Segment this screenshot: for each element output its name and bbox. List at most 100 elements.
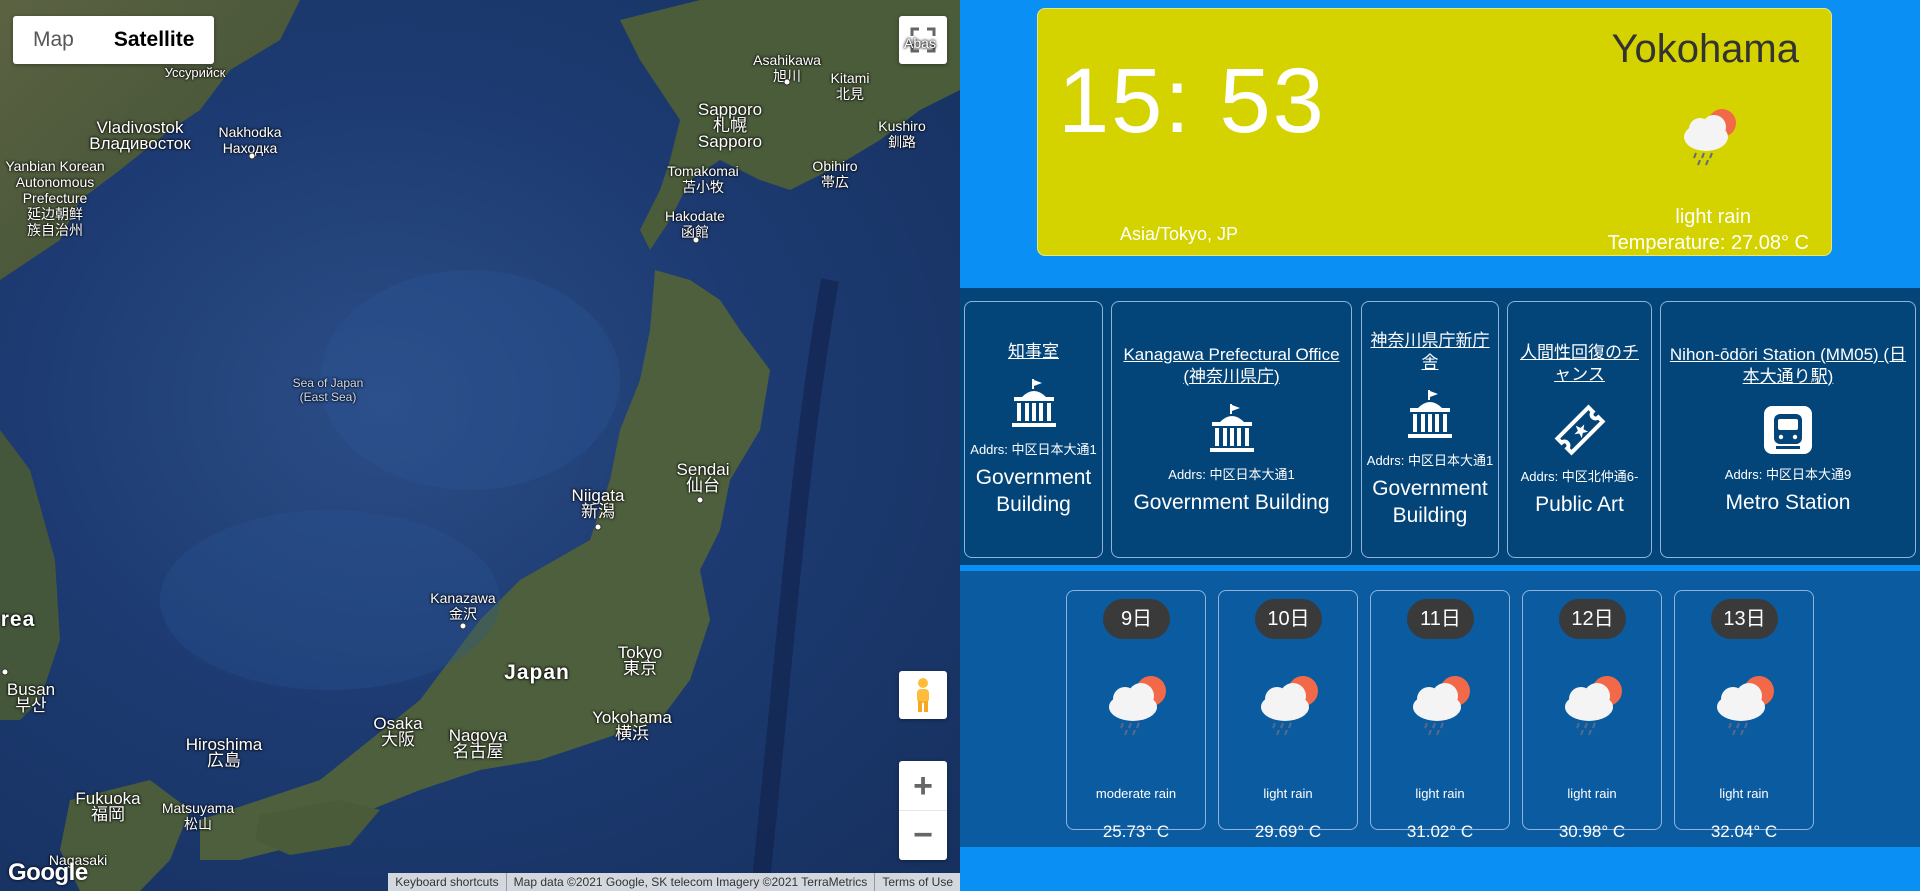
forecast-description: light rain [1567,786,1617,801]
forecast-description: moderate rain [1095,786,1177,801]
forecast-day-label: 13日 [1711,599,1778,639]
map-type-map-button[interactable]: Map [13,16,94,64]
place-name-link[interactable]: Kanagawa Prefectural Office (神奈川県庁) [1112,344,1351,388]
place-card[interactable]: Kanagawa Prefectural Office (神奈川県庁) Addr… [1111,301,1352,558]
government-building-icon [1011,379,1056,427]
place-type: Public Art [1535,492,1624,516]
forecast-section: 9日 moderate rain 25.73° C 10日 light rain… [960,571,1920,847]
cloud-sun-rain-icon [1684,109,1736,166]
forecast-temperature: 29.69° C [1254,822,1322,841]
city-dot [1,668,9,676]
map-type-control: Map Satellite [13,16,215,64]
cloud-sun-rain-icon [1109,676,1166,736]
cloud-sun-rain-icon [1413,676,1470,736]
map-label-abas: Abas [904,35,936,51]
place-card[interactable]: 人間性回復のチャンス Addrs: 中区北仲通6- Public Art [1507,301,1652,558]
street-view-pegman-button[interactable] [899,671,947,719]
zoom-control: + − [899,761,947,860]
keyboard-shortcuts-link[interactable]: Keyboard shortcuts [388,873,505,891]
map-label-sendai: Sendai 仙台 [676,460,730,495]
map-label-vladivostok: Vladivostok Владивосток [89,118,191,153]
forecast-temperature: 31.02° C [1406,822,1474,841]
ticket-icon [1554,404,1605,455]
forecast-temperature: 30.98° C [1558,822,1626,841]
cloud-sun-rain-icon [1261,676,1318,736]
place-name-link[interactable]: 知事室 [1002,341,1065,363]
forecast-temperature: 25.73° C [1102,822,1170,841]
place-address: Addrs: 中区日本大通1 [1366,453,1494,468]
zoom-in-button[interactable]: + [899,762,947,811]
forecast-description: light rain [1415,786,1465,801]
clock-card: 15: 53 Yokohama Asia/Tokyo, JP light rai… [1037,8,1832,256]
metro-icon [1764,405,1812,454]
government-building-icon [1209,403,1254,452]
place-address: Addrs: 中区北仲通6- [1520,468,1639,484]
forecast-day-card: 10日 light rain 29.69° C [1218,590,1358,841]
place-type: Government Building [1133,490,1330,514]
map-label-sapporo: Sapporo 札幌 Sapporo [697,100,763,151]
map-label-obihiro: Obihiro 帯広 [812,158,858,190]
map-label-yanbian: Yanbian Korean Autonomous Prefecture 延边朝鲜 族自… [5,158,105,238]
map-view[interactable]: Map Satellite + − Уссурийск Vladivostok В… [0,0,960,891]
place-address: Addrs: 中区日本大通1 [1168,466,1295,482]
map-label-matsuyama: Matsuyama 松山 [161,800,235,832]
clock-temperature: Temperature: 27.08° C [1607,232,1809,254]
map-label-ussuriysk: Уссурийск [164,65,226,80]
map-label-kitami: Kitami 北見 [830,70,870,102]
place-card[interactable]: 神奈川県庁新庁舎 Addrs: 中区日本大通1 Government Build… [1361,301,1499,558]
forecast-day-card: 11日 light rain 31.02° C [1370,590,1510,841]
forecast-day-label: 10日 [1255,599,1322,639]
info-panel: 15: 53 Yokohama Asia/Tokyo, JP light rai… [960,0,1920,891]
map-label-busan: Busan 부산 [6,680,56,715]
forecast-day-label: 9日 [1103,599,1170,639]
forecast-description: light rain [1719,786,1769,801]
map-label-hiroshima: Hiroshima 広島 [185,735,263,770]
city-dot [783,78,791,86]
map-label-tokyo: Tokyo 東京 [617,643,663,678]
forecast-description: light rain [1263,786,1313,801]
place-type: Government Building [1372,477,1488,527]
map-label-korea: rea [0,608,36,631]
forecast-day-card: 13日 light rain 32.04° C [1674,590,1814,841]
places-section: 知事室 Addrs: 中区日本大通1 Government Building K… [960,288,1920,565]
forecast-day-card: 9日 moderate rain 25.73° C [1066,590,1206,841]
pegman-icon [917,678,929,712]
place-type: Metro Station [1725,490,1851,514]
map-label-sea-of-japan: Sea of Japan (East Sea) [292,376,364,404]
city-dot [248,152,256,160]
map-data-text: Map data ©2021 Google, SK telecom Imager… [505,873,875,891]
cloud-sun-rain-icon [1717,676,1774,736]
terms-of-use-link[interactable]: Terms of Use [874,873,960,891]
map-label-japan: Japan [504,661,570,684]
clock-time: 15: 53 [1058,50,1326,152]
map-label-tomakomai: Tomakomai 苫小牧 [667,163,739,195]
map-label-hakodate: Hakodate 函館 [665,208,725,240]
city-dot [459,622,467,630]
map-label-fukuoka: Fukuoka 福岡 [75,789,141,824]
map-label-yokohama: Yokohama 横浜 [592,708,672,743]
cloud-sun-rain-icon [1565,676,1622,736]
city-dot [696,496,704,504]
city-dot [692,236,700,244]
clock-weather-description: light rain [1675,206,1751,228]
map-label-osaka: Osaka 大阪 [373,714,423,749]
forecast-day-label: 12日 [1559,599,1626,639]
place-card[interactable]: 知事室 Addrs: 中区日本大通1 Government Building [964,301,1103,558]
clock-timezone: Asia/Tokyo, JP [1120,224,1239,244]
place-name-link[interactable]: 人間性回復のチャンス [1508,342,1651,386]
government-building-icon [1408,390,1452,438]
map-type-satellite-button[interactable]: Satellite [94,16,215,64]
place-card[interactable]: Nihon-ōdōri Station (MM05) (日本大通り駅) Addr… [1660,301,1916,558]
place-name-link[interactable]: Nihon-ōdōri Station (MM05) (日本大通り駅) [1661,344,1915,388]
place-type: Government Building [975,466,1092,516]
zoom-out-button[interactable]: − [899,811,947,860]
map-label-kanazawa: Kanazawa 金沢 [430,590,496,622]
place-address: Addrs: 中区日本大通1 [970,442,1097,457]
forecast-temperature: 32.04° C [1710,822,1778,841]
map-label-niigata: Niigata 新潟 [571,486,625,521]
map-attribution: Keyboard shortcuts Map data ©2021 Google… [388,873,960,891]
map-label-nagoya: Nagoya 名古屋 [448,726,508,761]
place-name-link[interactable]: 神奈川県庁新庁舎 [1362,330,1498,374]
map-label-kushiro: Kushiro 釧路 [878,118,926,150]
forecast-day-card: 12日 light rain 30.98° C [1522,590,1662,841]
